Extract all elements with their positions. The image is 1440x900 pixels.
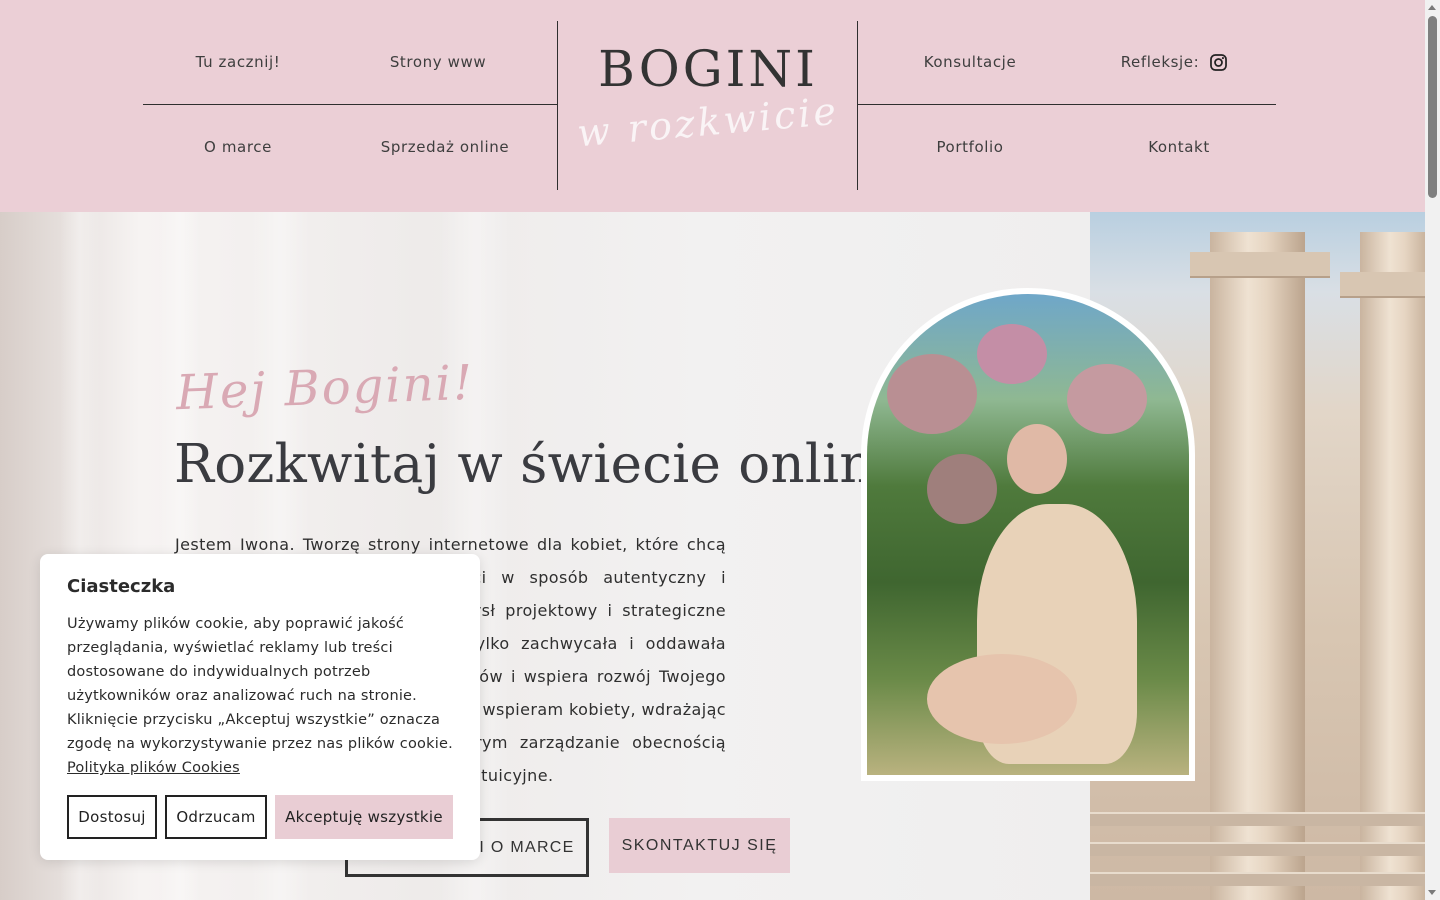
cookie-text: Używamy plików cookie, aby poprawić jako… (67, 616, 453, 752)
nav-sprzedaz-online[interactable]: Sprzedaż online (370, 138, 520, 156)
flower-cluster (1067, 364, 1147, 434)
temple-steps (1090, 842, 1425, 856)
scroll-thumb[interactable] (1428, 16, 1437, 198)
woman-legs (927, 654, 1077, 744)
temple-steps (1090, 812, 1425, 826)
nav-divider-left (143, 104, 558, 105)
accept-all-button[interactable]: Akceptuję wszystkie (275, 795, 453, 839)
reject-button[interactable]: Odrzucam (165, 795, 267, 839)
woman-face (1007, 424, 1067, 494)
instagram-icon[interactable] (1209, 53, 1228, 72)
nav-kontakt[interactable]: Kontakt (1109, 138, 1249, 156)
column-capital (1190, 252, 1330, 278)
temple-column (1210, 232, 1305, 900)
contact-button[interactable]: SKONTAKTUJ SIĘ (609, 818, 790, 873)
site-header: Tu zacznij! Strony www O marce Sprzedaż … (0, 0, 1425, 212)
flower-cluster (887, 354, 977, 434)
scroll-down-arrow-icon[interactable] (1428, 890, 1436, 895)
customize-button[interactable]: Dostosuj (67, 795, 157, 839)
flower-cluster (927, 454, 997, 524)
flower-cluster (977, 324, 1047, 384)
cookie-title: Ciasteczka (67, 576, 176, 597)
temple-column (1360, 232, 1425, 900)
temple-steps (1090, 872, 1425, 886)
cookie-consent-dialog: Ciasteczka Używamy plików cookie, aby po… (40, 554, 480, 860)
hero-headline: Rozkwitaj w świecie online (174, 434, 906, 495)
nav-konsultacje[interactable]: Konsultacje (900, 53, 1040, 71)
nav-strony-www[interactable]: Strony www (368, 53, 508, 71)
cookie-description: Używamy plików cookie, aby poprawić jako… (67, 612, 457, 780)
nav-portfolio[interactable]: Portfolio (900, 138, 1040, 156)
cookie-policy-link[interactable]: Polityka plików Cookies (67, 760, 240, 776)
hero-greeting: Hej Bogini! (175, 354, 476, 422)
nav-refleksje[interactable]: Refleksje: (1115, 53, 1205, 71)
logo-text[interactable]: BOGINI (558, 40, 858, 98)
scroll-up-arrow-icon[interactable] (1428, 5, 1436, 10)
nav-o-marce[interactable]: O marce (168, 138, 308, 156)
contact-button-label: SKONTAKTUJ SIĘ (621, 836, 778, 854)
page-scrollbar[interactable] (1425, 0, 1440, 900)
column-capital (1340, 272, 1425, 298)
portrait-photo (867, 294, 1189, 775)
nav-divider-right (858, 104, 1276, 105)
nav-tu-zacznij[interactable]: Tu zacznij! (168, 53, 308, 71)
